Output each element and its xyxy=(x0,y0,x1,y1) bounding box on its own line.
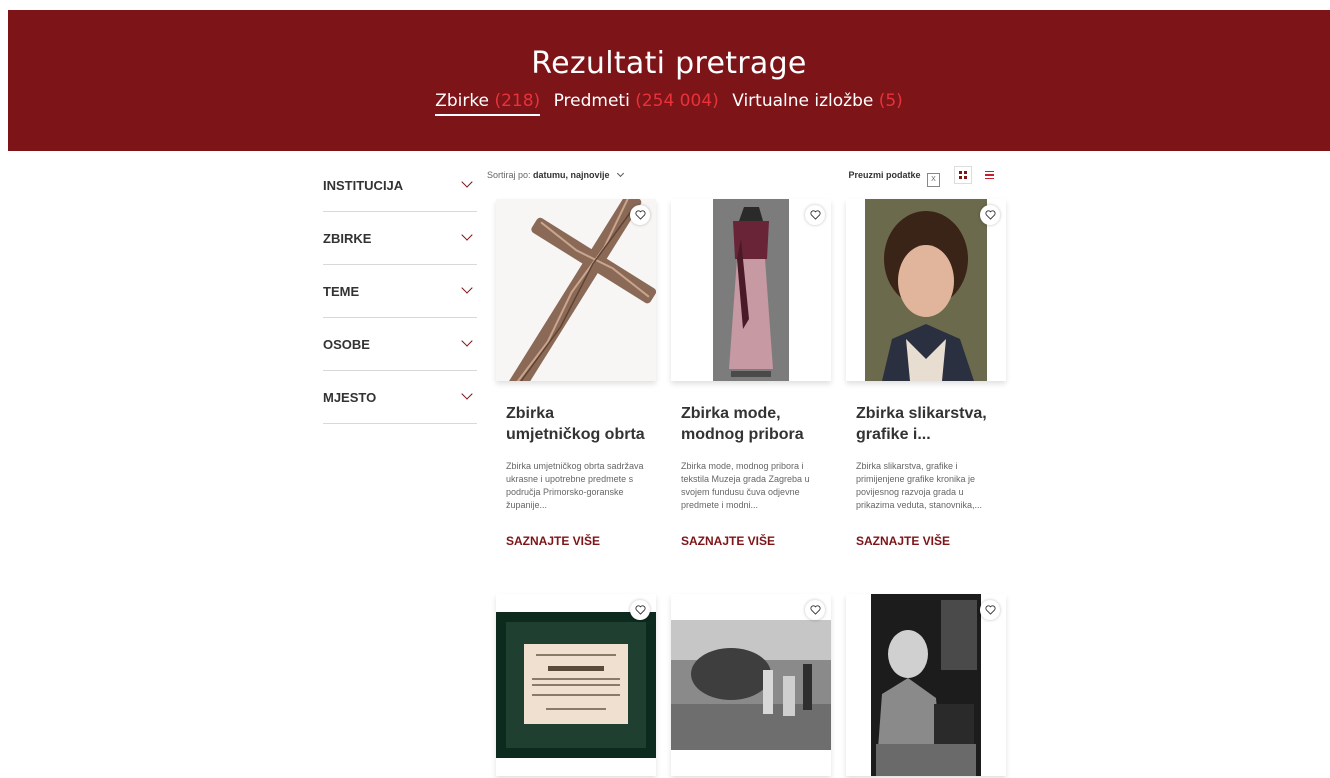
favorite-button[interactable] xyxy=(980,205,1000,225)
filter-sidebar: INSTITUCIJA ZBIRKE TEME OSOBE MJESTO xyxy=(323,159,477,424)
result-tabs: Zbirke (218) Predmeti (254 004) Virtualn… xyxy=(8,91,1330,116)
learn-more-link[interactable]: SAZNAJTE VIŠE xyxy=(846,534,1006,548)
results-toolbar: Sortiraj po: datumu, najnovije Preuzmi p… xyxy=(487,166,1002,187)
filter-institucija[interactable]: INSTITUCIJA xyxy=(323,159,477,212)
heart-icon xyxy=(809,210,821,220)
card-image-cross[interactable] xyxy=(496,199,656,381)
chevron-down-icon xyxy=(461,388,473,400)
grid-view-button[interactable] xyxy=(954,166,972,184)
heart-icon xyxy=(984,210,996,220)
filter-zbirke[interactable]: ZBIRKE xyxy=(323,212,477,265)
heart-icon xyxy=(634,210,646,220)
chevron-down-icon xyxy=(461,282,473,294)
filter-osobe[interactable]: OSOBE xyxy=(323,318,477,371)
learn-more-link[interactable]: SAZNAJTE VIŠE xyxy=(496,534,656,548)
card-image-portrait[interactable] xyxy=(846,199,1006,381)
collection-card xyxy=(846,594,1006,776)
card-title[interactable]: Zbirka umjetničkog obrta xyxy=(496,403,656,445)
cross-image xyxy=(496,199,656,381)
favorite-button[interactable] xyxy=(980,600,1000,620)
heart-icon xyxy=(984,605,996,615)
download-data-button[interactable]: Preuzmi podatke X xyxy=(848,170,940,187)
favorite-button[interactable] xyxy=(805,205,825,225)
chevron-down-icon xyxy=(461,335,473,347)
grid-icon xyxy=(959,171,967,179)
card-image-document[interactable] xyxy=(496,594,656,776)
results-header: Rezultati pretrage Zbirke (218) Predmeti… xyxy=(8,10,1330,151)
card-image-woman-photo[interactable] xyxy=(846,594,1006,776)
card-title[interactable]: Zbirka mode, modnog pribora i... xyxy=(671,403,831,445)
dress-image xyxy=(671,199,831,381)
card-image-dress[interactable] xyxy=(671,199,831,381)
tab-zbirke[interactable]: Zbirke (218) xyxy=(435,91,541,116)
tab-predmeti[interactable]: Predmeti (254 004) xyxy=(554,91,719,114)
collection-card xyxy=(496,594,656,776)
chevron-down-icon xyxy=(461,229,473,241)
collection-card: Zbirka mode, modnog pribora i... Zbirka … xyxy=(671,199,831,548)
street-photo-image xyxy=(671,594,831,776)
favorite-button[interactable] xyxy=(630,205,650,225)
woman-photo-image xyxy=(846,594,1006,776)
collection-card: Zbirka slikarstva, grafike i... Zbirka s… xyxy=(846,199,1006,548)
card-description: Zbirka slikarstva, grafike i primijenjen… xyxy=(856,461,983,510)
document-image xyxy=(496,594,656,776)
excel-icon: X xyxy=(927,173,940,187)
tab-virtualne-izlozbe[interactable]: Virtualne izložbe (5) xyxy=(732,91,903,114)
card-title[interactable]: Zbirka slikarstva, grafike i... xyxy=(846,403,1006,445)
collection-card xyxy=(671,594,831,776)
card-image-street-photo[interactable] xyxy=(671,594,831,776)
card-description: Zbirka mode, modnog pribora i tekstila M… xyxy=(681,461,810,510)
heart-icon xyxy=(809,605,821,615)
heart-icon xyxy=(634,605,646,615)
chevron-down-icon xyxy=(461,176,473,188)
filter-teme[interactable]: TEME xyxy=(323,265,477,318)
filter-mjesto[interactable]: MJESTO xyxy=(323,371,477,424)
favorite-button[interactable] xyxy=(805,600,825,620)
page-title: Rezultati pretrage xyxy=(531,46,807,81)
card-description: Zbirka umjetničkog obrta sadržava ukrasn… xyxy=(506,461,644,510)
chevron-down-icon xyxy=(617,169,625,178)
collection-card: Zbirka umjetničkog obrta Zbirka umjetnič… xyxy=(496,199,656,548)
learn-more-link[interactable]: SAZNAJTE VIŠE xyxy=(671,534,831,548)
list-icon xyxy=(984,170,994,180)
list-view-button[interactable] xyxy=(980,166,998,184)
favorite-button[interactable] xyxy=(630,600,650,620)
portrait-image xyxy=(846,199,1006,381)
sort-dropdown[interactable]: Sortiraj po: datumu, najnovije xyxy=(487,169,625,180)
